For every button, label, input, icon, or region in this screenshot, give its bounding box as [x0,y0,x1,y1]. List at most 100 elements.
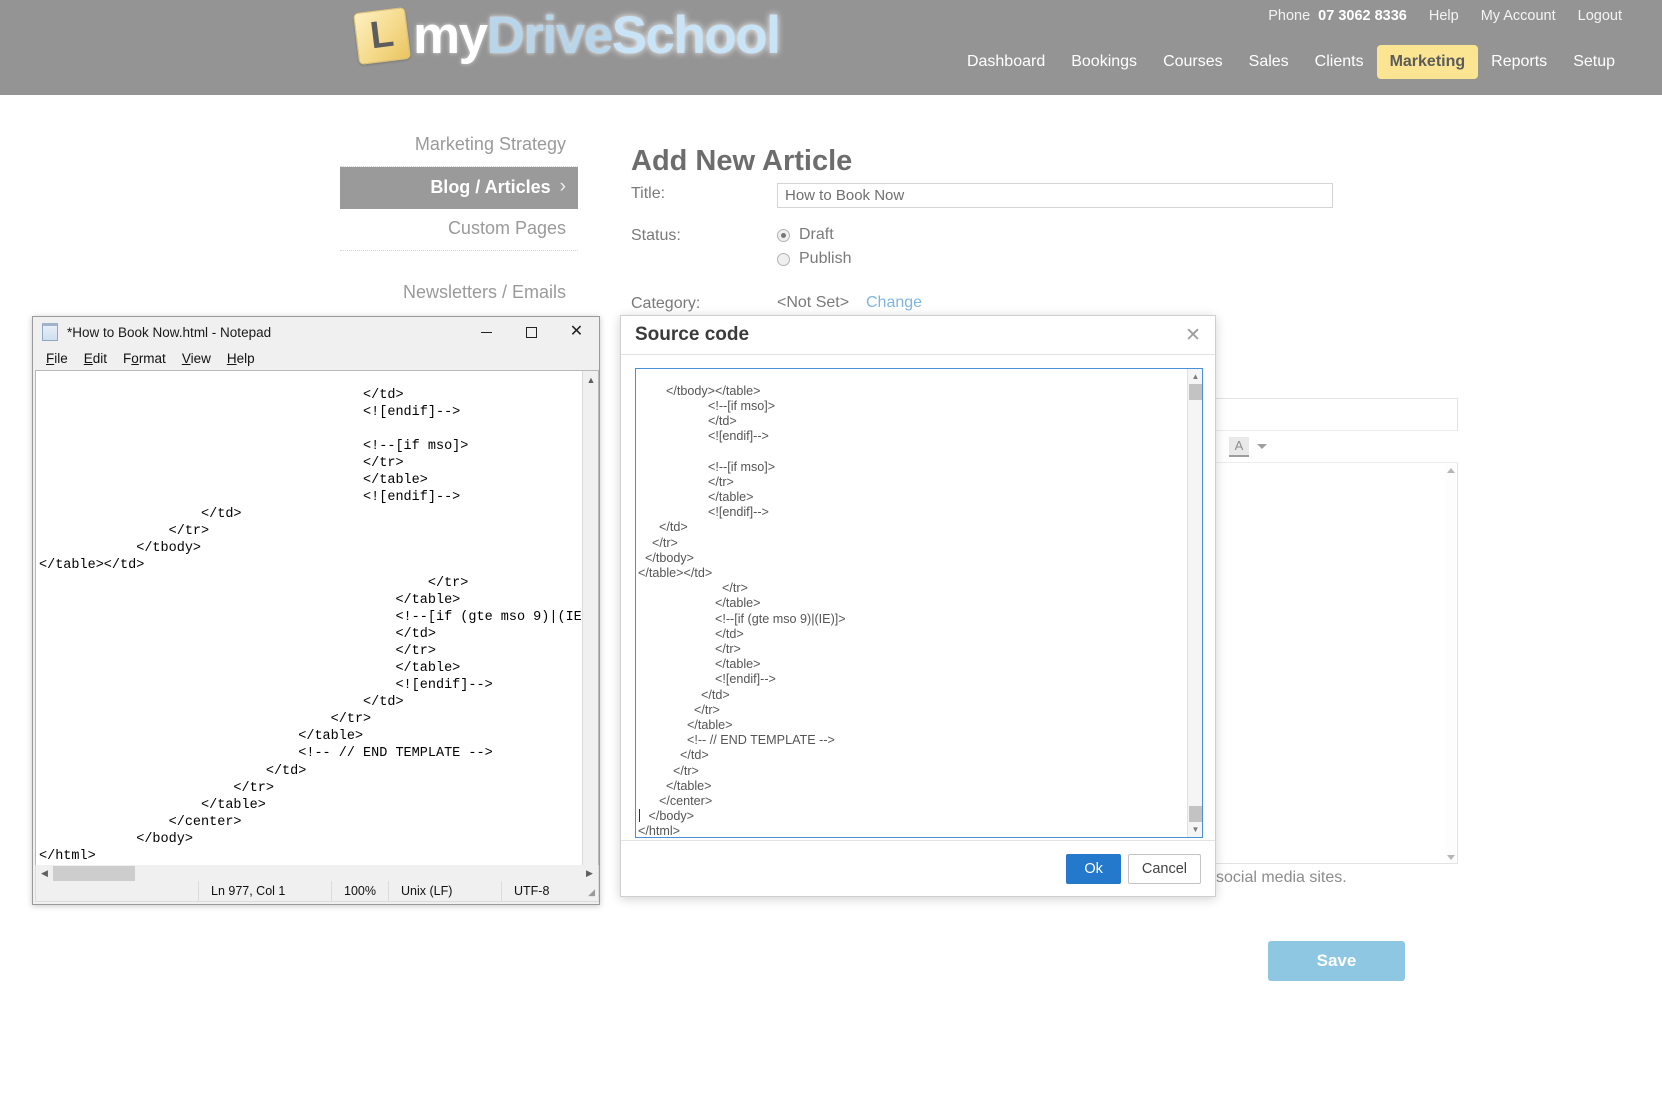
logo-badge-letter: L [367,11,396,57]
text-color-icon[interactable]: A [1229,436,1249,457]
status-radio-publish[interactable]: Publish [777,250,851,268]
logout-link[interactable]: Logout [1578,8,1622,24]
help-link[interactable]: Help [1429,8,1459,24]
notepad-title: *How to Book Now.html - Notepad [67,324,272,340]
category-change-link[interactable]: Change [866,294,922,312]
nav-marketing[interactable]: Marketing [1376,45,1479,79]
title-input[interactable] [777,183,1333,208]
sidebar-item-marketing-strategy[interactable]: Marketing Strategy [340,125,578,167]
my-account-link[interactable]: My Account [1481,8,1556,24]
main-navigation: Dashboard Bookings Courses Sales Clients… [954,45,1628,79]
maximize-button[interactable] [509,317,554,347]
source-code-dialog[interactable]: Source code ✕ </tbody></table> <!--[if m… [620,315,1216,897]
notepad-window-controls: ✕ [464,317,599,347]
scroll-thumb[interactable] [583,388,598,860]
menu-view[interactable]: View [182,351,211,366]
editor-toolbar-row: A [1215,430,1458,463]
status-draft-label: Draft [799,226,834,243]
nav-bookings[interactable]: Bookings [1058,45,1150,79]
close-icon: ✕ [569,323,584,340]
phone-number: 07 3062 8336 [1318,8,1407,24]
chevron-down-icon[interactable] [1257,444,1267,449]
scroll-up-icon[interactable] [1447,468,1455,473]
category-label: Category: [631,295,701,312]
nav-dashboard[interactable]: Dashboard [954,45,1058,79]
logo-wordmark: myDriveSchool [413,6,781,65]
menu-file[interactable]: File [46,351,68,366]
nav-sales[interactable]: Sales [1236,45,1302,79]
nav-setup[interactable]: Setup [1560,45,1628,79]
hscroll-thumb[interactable] [53,865,135,881]
notepad-icon [42,323,58,341]
save-button[interactable]: Save [1268,941,1405,981]
scroll-thumb-top[interactable] [1189,384,1202,400]
category-value: <Not Set> [777,294,850,311]
dialog-vertical-scrollbar[interactable]: ▲ ▼ [1187,369,1202,837]
page-title: Add New Article [631,145,853,178]
sidebar-item-label: Newsletters / Emails [402,282,566,302]
notepad-status-bar: Ln 977, Col 1 100% Unix (LF) UTF-8 ◢ [35,880,599,902]
nav-courses[interactable]: Courses [1150,45,1236,79]
resize-grip-icon[interactable]: ◢ [588,887,595,898]
ok-button[interactable]: Ok [1066,853,1121,884]
site-header: L myDriveSchool Phone 07 3062 8336 Help … [0,0,1662,95]
editor-content-area[interactable] [1215,464,1458,864]
status-encoding: UTF-8 [501,880,598,902]
radio-icon-publish[interactable] [777,252,790,266]
scroll-up-icon[interactable]: ▲ [583,371,598,388]
sidebar-item-blog-articles[interactable]: Blog / Articles › [340,167,578,209]
cancel-button[interactable]: Cancel [1127,853,1201,884]
logo-text-drive: Drive [486,6,614,65]
sidebar-item-label: Blog / Articles [430,176,551,197]
source-code-textarea[interactable]: </tbody></table> <!--[if mso]> </td> <![… [635,368,1203,838]
notepad-text-area[interactable]: </td> <![endif]--> <!--[if mso]> </tr> <… [35,370,599,886]
scroll-left-icon[interactable]: ◀ [36,868,53,879]
status-cursor-position: Ln 977, Col 1 [198,880,331,902]
scroll-down-icon[interactable] [1447,855,1455,860]
sidebar-item-label: Marketing Strategy [414,134,566,154]
logo-text-school: School [611,6,781,65]
scroll-up-icon[interactable]: ▲ [1188,369,1202,384]
status-publish-label: Publish [799,250,852,267]
scroll-right-icon[interactable]: ▶ [581,868,598,879]
notepad-content: </td> <![endif]--> <!--[if mso]> </tr> <… [39,387,599,865]
scroll-down-icon[interactable]: ▼ [1188,822,1202,837]
status-label: Status: [631,227,681,244]
learner-plate-icon: L [353,6,411,65]
maximize-icon [526,326,537,338]
sidebar-item-custom-pages[interactable]: Custom Pages [340,209,578,251]
menu-edit[interactable]: Edit [84,351,107,366]
menu-format[interactable]: Format [123,351,166,366]
sidebar-item-label: Custom Pages [447,218,566,238]
text-caret [639,809,640,822]
editor-scrollbar[interactable] [1445,465,1456,863]
close-button[interactable]: ✕ [554,317,599,347]
notepad-vertical-scrollbar[interactable]: ▲ ▼ [582,371,598,885]
minimize-button[interactable] [464,317,509,347]
status-spacer [36,881,198,902]
notepad-window[interactable]: *How to Book Now.html - Notepad ✕ File E… [32,316,600,905]
marketing-submenu: Marketing Strategy Blog / Articles › Cus… [340,125,578,314]
phone-label: Phone [1268,8,1311,24]
menu-help[interactable]: Help [227,351,255,366]
sidebar-item-newsletters-emails[interactable]: Newsletters / Emails [340,273,578,314]
close-icon[interactable]: ✕ [1185,326,1201,345]
radio-icon-draft[interactable] [777,228,790,242]
notepad-titlebar[interactable]: *How to Book Now.html - Notepad ✕ [33,317,599,347]
utility-links: Phone 07 3062 8336 Help My Account Logou… [1268,8,1622,24]
source-code-content: </tbody></table> <!--[if mso]> </td> <![… [638,383,846,838]
chevron-right-icon: › [559,176,566,197]
nav-reports[interactable]: Reports [1478,45,1560,79]
sidebar-divider [340,251,578,273]
dialog-footer: Ok Cancel [621,840,1215,896]
dialog-title: Source code [635,324,750,345]
social-media-help-text: social media sites. [1216,869,1347,886]
status-line-ending: Unix (LF) [388,880,501,902]
status-radio-draft[interactable]: Draft [777,226,834,244]
dialog-header: Source code ✕ [621,316,1215,355]
site-logo[interactable]: L myDriveSchool [353,6,781,65]
nav-clients[interactable]: Clients [1302,45,1377,79]
scroll-thumb-bottom[interactable] [1189,806,1202,822]
minimize-icon [481,331,492,333]
notepad-horizontal-scrollbar[interactable]: ◀ ▶ [35,865,599,882]
